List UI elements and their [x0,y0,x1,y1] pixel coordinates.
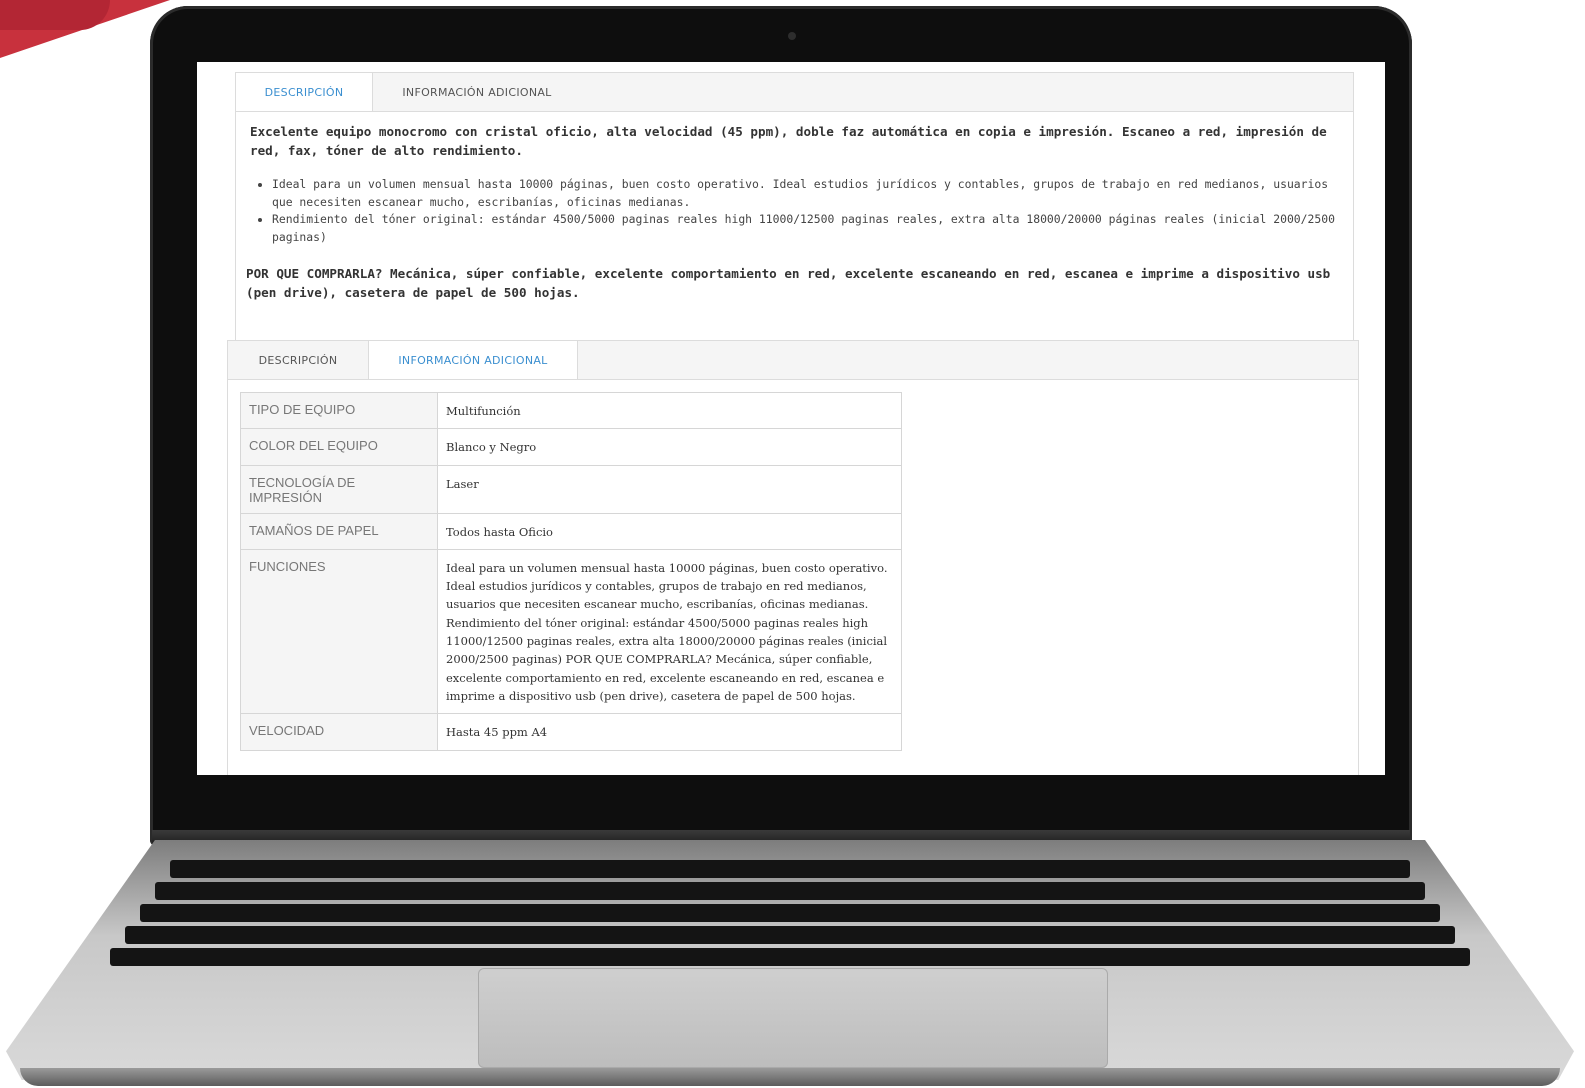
list-item: Ideal para un volumen mensual hasta 1000… [272,176,1352,211]
laptop-front-edge [20,1068,1560,1086]
table-row: COLOR DEL EQUIPO Blanco y Negro [240,428,902,466]
tab-descripcion[interactable]: DESCRIPCIÓN [228,341,368,379]
table-row: FUNCIONES Ideal para un volumen mensual … [240,548,902,715]
webcam-icon [788,32,796,40]
spec-value: Blanco y Negro [437,428,902,466]
description-tab-bar: DESCRIPCIÓN INFORMACIÓN ADICIONAL [235,72,1354,112]
spec-value: Laser [437,464,902,514]
table-row: VELOCIDAD Hasta 45 ppm A4 [240,713,902,751]
spec-label: COLOR DEL EQUIPO [240,428,438,466]
description-bullets: Ideal para un volumen mensual hasta 1000… [254,176,1352,246]
list-item: Rendimiento del tóner original: estándar… [272,211,1352,246]
brand-corner-shape-dark [0,0,110,30]
spec-label: FUNCIONES [240,548,438,715]
key-row-qwerty [140,904,1440,922]
description-lead: Excelente equipo monocromo con cristal o… [250,124,1327,158]
description-panel: Excelente equipo monocromo con cristal o… [235,110,1354,340]
key-row-function [170,860,1410,878]
table-row: TECNOLOGÍA DE IMPRESIÓN Laser [240,464,902,514]
spec-label: TIPO DE EQUIPO [240,391,438,430]
spec-value: Todos hasta Oficio [437,512,902,550]
table-row: TAMAÑOS DE PAPEL Todos hasta Oficio [240,512,902,550]
info-panel: TIPO DE EQUIPO Multifunción COLOR DEL EQ… [227,378,1359,775]
laptop-screen: DESCRIPCIÓN INFORMACIÓN ADICIONAL Excele… [197,62,1385,775]
spec-value: Hasta 45 ppm A4 [437,713,902,751]
spec-label: TECNOLOGÍA DE IMPRESIÓN [240,464,438,514]
key-row-numbers [155,882,1425,900]
key-row-home [125,926,1455,944]
spec-table: TIPO DE EQUIPO Multifunción COLOR DEL EQ… [240,391,902,751]
why-buy-text: POR QUE COMPRARLA? Mecánica, súper confi… [246,266,1331,300]
tab-informacion-adicional[interactable]: INFORMACIÓN ADICIONAL [368,341,578,379]
key-row-shift [110,948,1470,966]
table-row: TIPO DE EQUIPO Multifunción [240,391,902,430]
spec-label: TAMAÑOS DE PAPEL [240,512,438,550]
info-tab-bar: DESCRIPCIÓN INFORMACIÓN ADICIONAL [227,340,1359,380]
tab-informacion-adicional[interactable]: INFORMACIÓN ADICIONAL [372,73,582,111]
spec-value: Multifunción [437,391,902,430]
tab-descripcion[interactable]: DESCRIPCIÓN [236,73,373,111]
spec-value: Ideal para un volumen mensual hasta 1000… [437,548,902,715]
spec-label: VELOCIDAD [240,713,438,751]
trackpad[interactable] [478,968,1108,1068]
keyboard [100,860,1480,970]
